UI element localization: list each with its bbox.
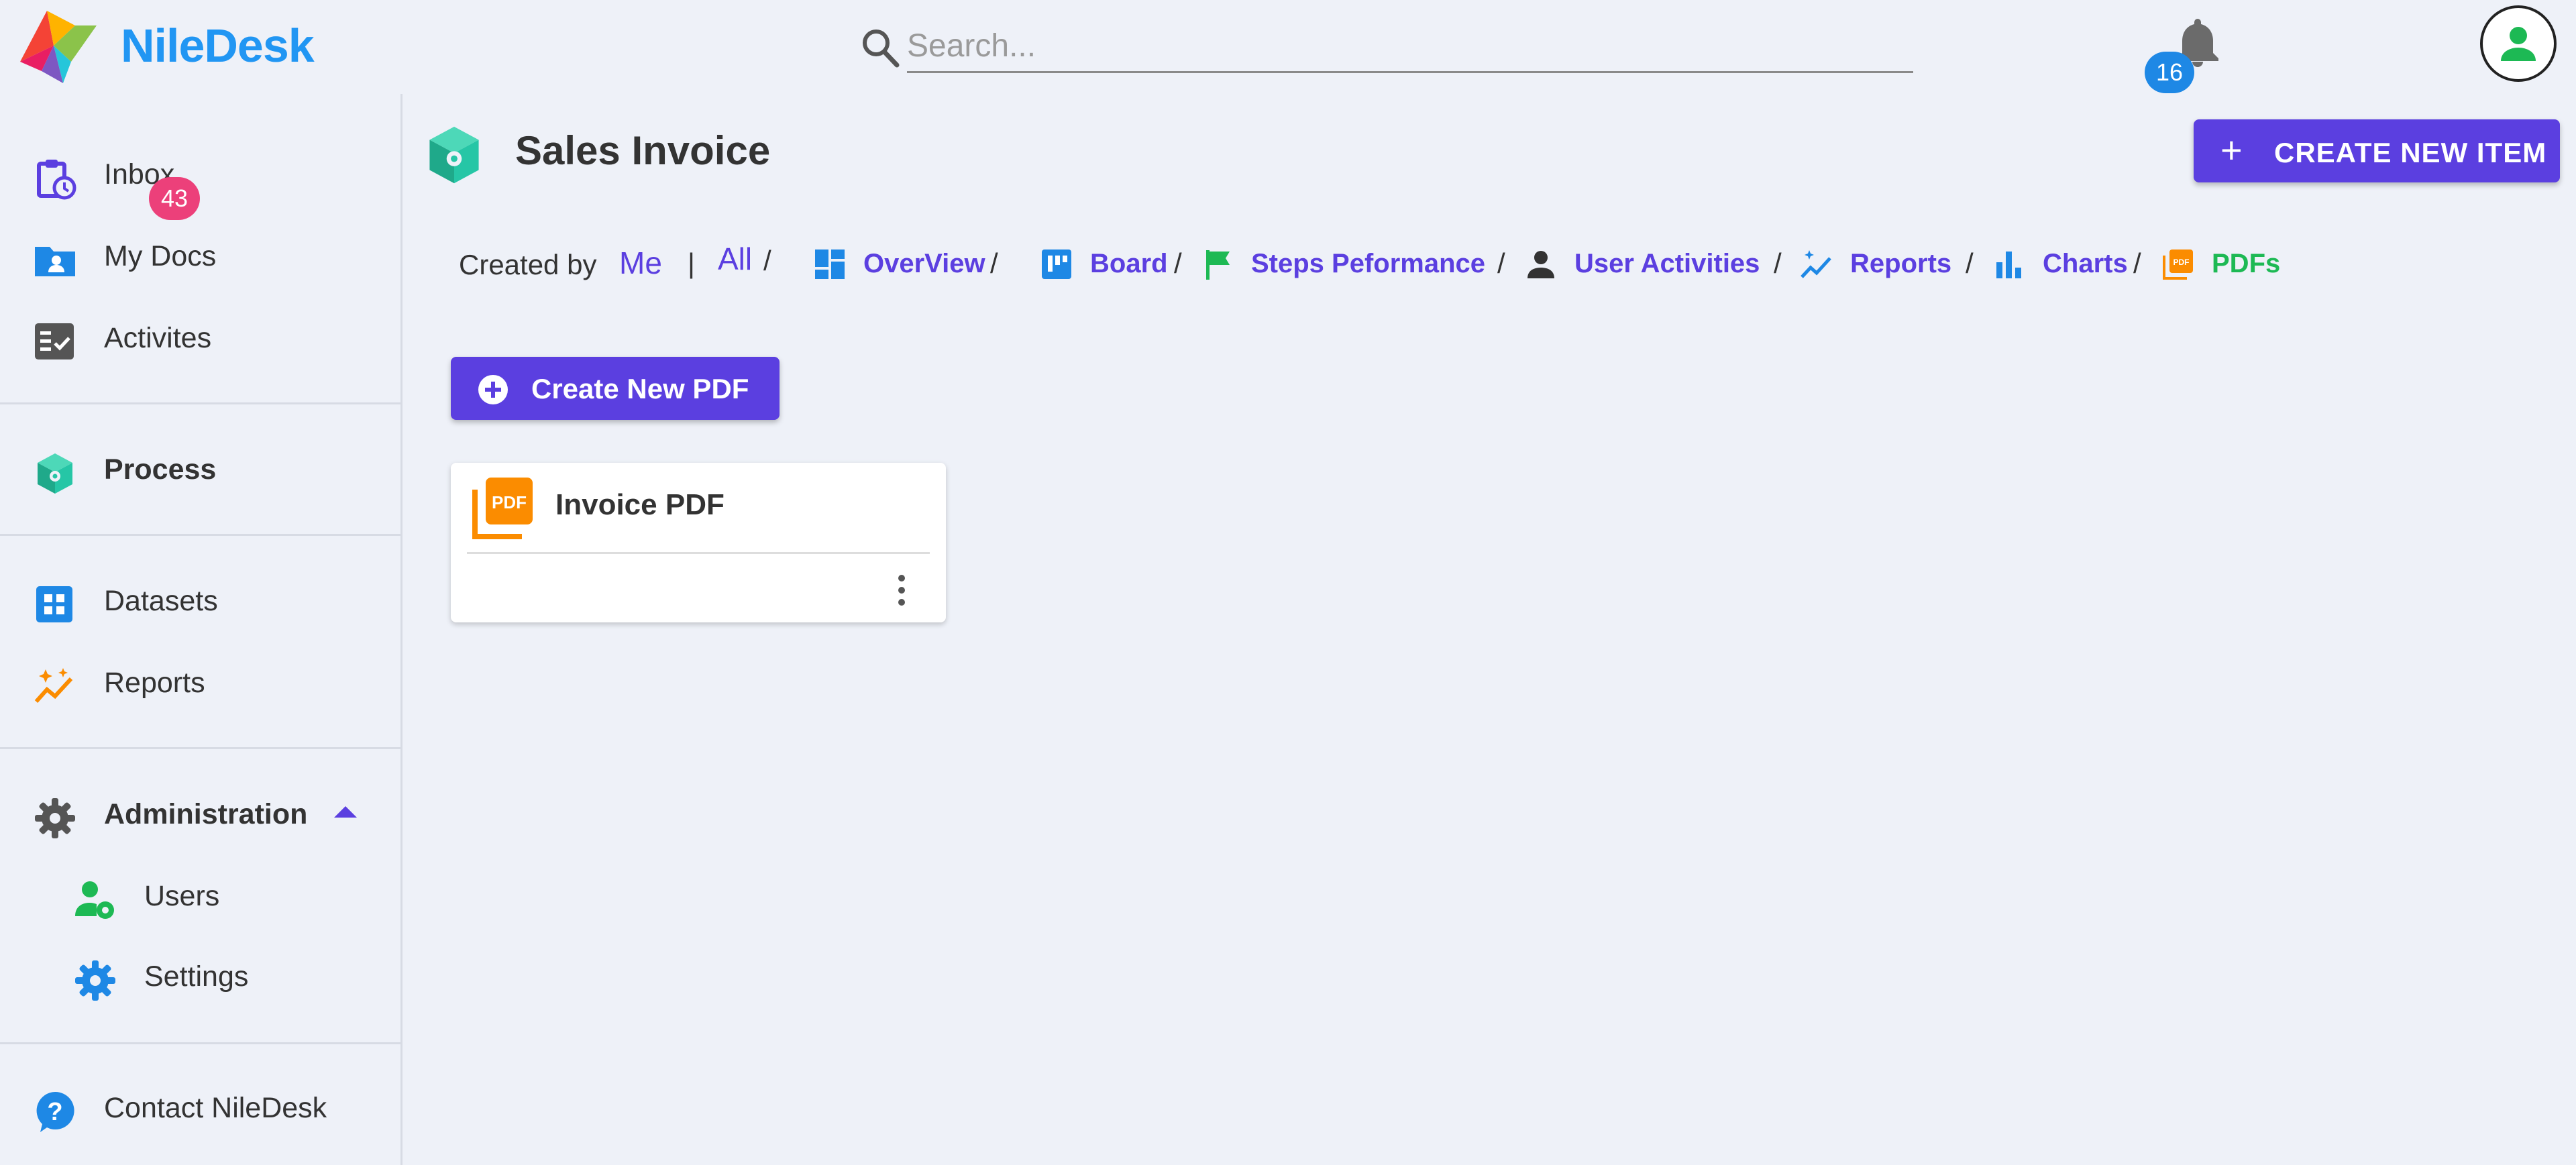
help-icon: ? — [36, 1091, 74, 1132]
pdf-icon: PDF — [472, 478, 533, 539]
sidebar-item-settings[interactable]: Settings — [0, 942, 400, 1009]
view-pdfs-link[interactable]: PDFs — [2212, 249, 2280, 279]
sidebar-item-reports[interactable]: Reports — [0, 648, 400, 715]
svg-text:?: ? — [47, 1098, 62, 1126]
view-user-activities-link[interactable]: User Activities — [1574, 249, 1760, 279]
card-divider — [467, 552, 930, 554]
notification-count-badge: 16 — [2145, 52, 2194, 93]
sidebar-divider — [0, 534, 400, 536]
cube-icon — [429, 126, 479, 184]
pdf-card-title: Invoice PDF — [555, 488, 724, 521]
search-icon — [863, 30, 900, 68]
sidebar-item-datasets[interactable]: Datasets — [0, 566, 400, 633]
sidebar-item-inbox[interactable]: Inbox 43 — [0, 140, 400, 220]
create-new-pdf-label: Create New PDF — [531, 373, 749, 404]
sidebar-item-label: Users — [144, 880, 220, 912]
user-avatar-icon — [2501, 27, 2536, 61]
sidebar-item-label: Activites — [104, 322, 212, 354]
separator: / — [2133, 247, 2141, 279]
view-charts-link[interactable]: Charts — [2043, 249, 2128, 279]
more-vert-icon[interactable] — [887, 570, 916, 610]
inbox-count-badge: 43 — [149, 177, 200, 220]
sidebar-item-administration[interactable]: Administration — [0, 779, 400, 846]
svg-text:PDF: PDF — [492, 492, 527, 512]
sidebar-item-users[interactable]: Users — [0, 861, 400, 928]
dashboard-icon — [815, 249, 845, 279]
gear-icon — [35, 798, 75, 838]
filter-all-link[interactable]: All — [718, 241, 752, 277]
svg-text:PDF: PDF — [2174, 258, 2190, 267]
clipboard-clock-icon — [37, 160, 76, 200]
view-steps-performance-link[interactable]: Steps Peformance — [1251, 249, 1485, 279]
page-title: Sales Invoice — [515, 128, 771, 173]
sidebar-item-label: Datasets — [104, 585, 218, 617]
flag-icon — [1206, 250, 1230, 280]
sidebar-divider — [0, 1042, 400, 1044]
view-board-link[interactable]: Board — [1090, 249, 1168, 279]
sidebar-item-contact[interactable]: ? Contact NileDesk — [0, 1073, 400, 1140]
view-navigation-bar: Created by Me | All / OverView / Board /… — [0, 238, 2576, 292]
sidebar-item-activities[interactable]: Activites — [0, 303, 400, 370]
sidebar-item-label: Process — [104, 453, 217, 486]
sidebar-item-process[interactable]: Process — [0, 435, 400, 502]
separator: | — [688, 247, 695, 279]
separator: / — [763, 245, 771, 276]
bar-chart-icon — [1996, 252, 2021, 278]
separator: / — [1174, 247, 1182, 279]
plus-icon: + — [2220, 129, 2243, 171]
sparkline-icon — [1801, 250, 1831, 278]
person-icon — [1527, 251, 1554, 278]
view-overview-link[interactable]: OverView — [863, 249, 985, 279]
pdf-card[interactable]: PDF Invoice PDF — [451, 463, 946, 622]
checklist-icon — [35, 323, 74, 359]
create-new-pdf-button[interactable]: Create New PDF — [451, 357, 780, 420]
caret-up-icon[interactable] — [334, 806, 357, 818]
board-icon — [1042, 249, 1071, 279]
create-new-item-button[interactable]: + CREATE NEW ITEM — [2194, 119, 2560, 182]
user-gear-icon — [75, 881, 114, 919]
sidebar-divider — [0, 747, 400, 749]
create-new-item-label: CREATE NEW ITEM — [2274, 137, 2547, 168]
brand-name[interactable]: NileDesk — [121, 19, 315, 72]
grid-icon — [36, 586, 72, 622]
pdf-icon: PDF — [2163, 249, 2193, 280]
gear-icon — [75, 960, 115, 1001]
filter-me-link[interactable]: Me — [619, 245, 662, 281]
sidebar-item-label: Reports — [104, 667, 205, 699]
sparkline-icon — [34, 668, 73, 703]
user-avatar[interactable] — [2480, 5, 2557, 82]
niledesk-logo-icon[interactable] — [15, 5, 99, 85]
separator: / — [1774, 247, 1782, 279]
sidebar-item-label: Contact NileDesk — [104, 1092, 327, 1124]
sidebar-item-label: Administration — [104, 798, 308, 830]
created-by-label: Created by — [459, 249, 597, 280]
search-input[interactable] — [907, 20, 1913, 73]
separator: / — [990, 247, 998, 279]
top-bar: NileDesk 16 — [0, 0, 2576, 94]
add-circle-icon — [478, 375, 508, 404]
separator: / — [1497, 247, 1505, 279]
separator: / — [1966, 247, 1974, 279]
cube-icon — [38, 453, 72, 494]
sidebar-divider — [0, 402, 400, 404]
view-reports-link[interactable]: Reports — [1850, 249, 1951, 279]
sidebar-item-label: Settings — [144, 960, 249, 993]
